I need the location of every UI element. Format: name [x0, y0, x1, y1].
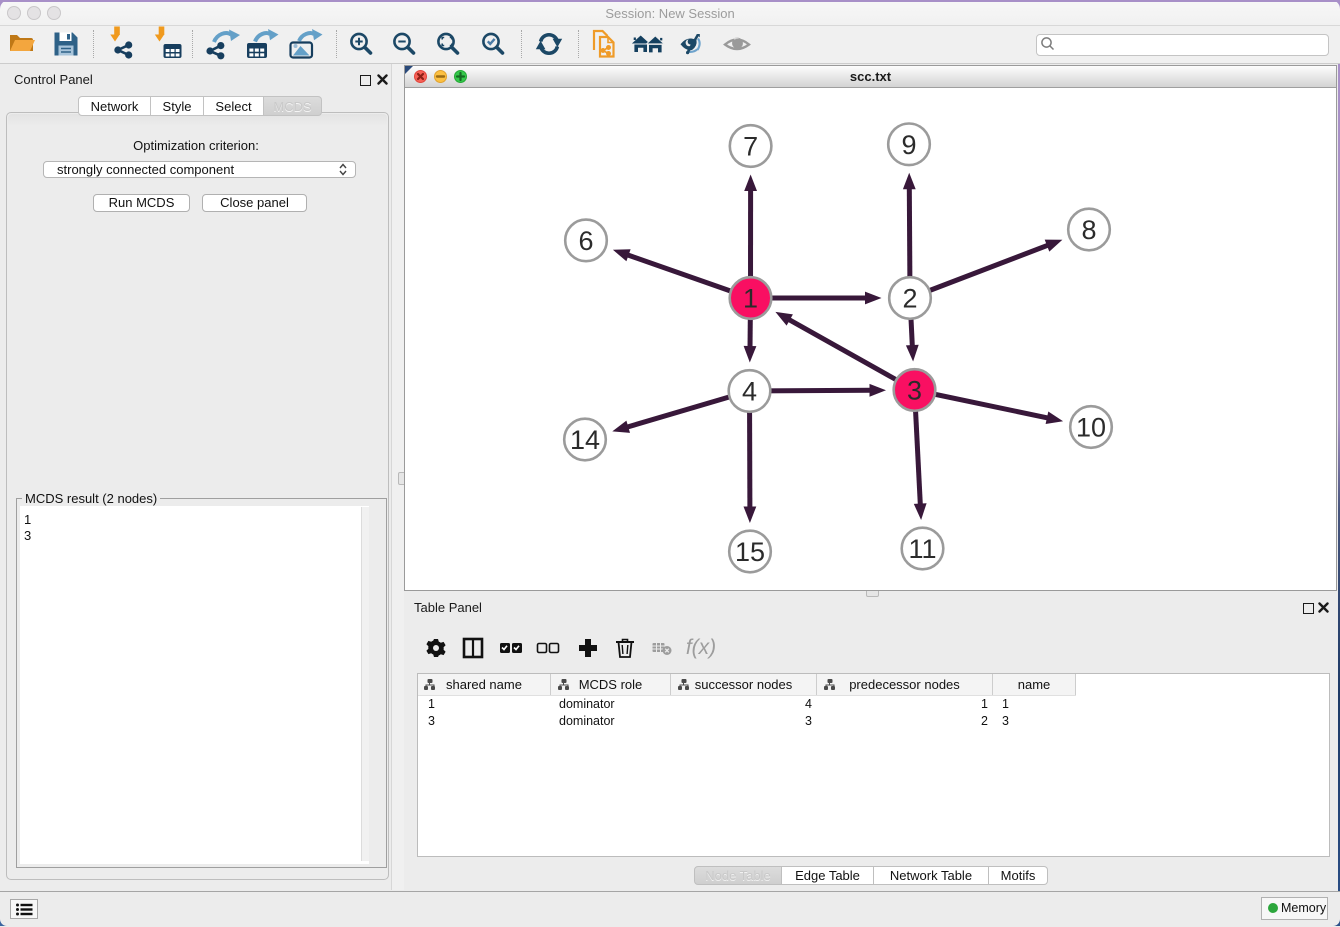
svg-text:3: 3: [907, 376, 922, 406]
svg-text:f(x): f(x): [686, 636, 716, 659]
svg-text:14: 14: [570, 425, 600, 455]
svg-text:1: 1: [743, 284, 758, 314]
svg-text:11: 11: [908, 534, 936, 564]
svg-text:7: 7: [743, 132, 758, 162]
svg-text:4: 4: [742, 377, 757, 407]
svg-text:8: 8: [1081, 215, 1096, 245]
svg-text:2: 2: [902, 284, 917, 314]
svg-text:15: 15: [735, 537, 765, 567]
svg-text:9: 9: [901, 130, 916, 160]
svg-text:6: 6: [578, 226, 593, 256]
svg-text:10: 10: [1076, 413, 1106, 443]
